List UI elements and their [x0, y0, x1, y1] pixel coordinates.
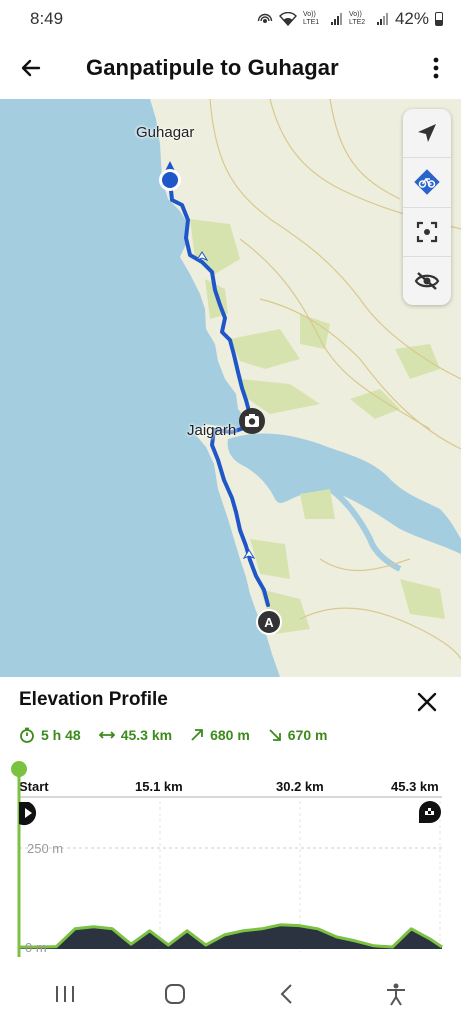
sea — [0, 99, 280, 677]
stat-duration: 5 h 48 — [19, 727, 81, 743]
arrow-down-right-icon — [269, 729, 281, 741]
app-bar: Ganpatipule to Guhagar — [0, 38, 461, 98]
focus-frame-icon — [416, 221, 438, 242]
finish-flag-icon — [419, 801, 441, 823]
scrubber-handle[interactable] — [11, 761, 27, 777]
battery-percent: 42% — [394, 9, 429, 28]
page-title: Ganpatipule to Guhagar — [86, 55, 339, 80]
network-2: Vo)) LTE2 — [348, 11, 366, 26]
elevation-chart[interactable]: 250 m 0 m — [0, 757, 461, 957]
accessibility-icon — [386, 983, 405, 1006]
hide-layer-button[interactable] — [403, 257, 451, 305]
status-time: 8:49 — [30, 9, 64, 28]
arrow-left-icon — [21, 59, 41, 77]
start-marker-label: A — [264, 614, 274, 630]
stat-descent: 670 m — [268, 727, 328, 743]
home-button[interactable] — [145, 969, 205, 1019]
network-1: Vo)) LTE1 — [302, 11, 320, 26]
chevron-left-icon — [280, 984, 292, 1004]
distance-value: 45.3 km — [120, 727, 173, 743]
route-stats: 5 h 48 45.3 km 680 m 670 m — [19, 727, 327, 743]
battery-icon — [435, 12, 443, 26]
recent-apps-button[interactable] — [35, 969, 95, 1019]
accessibility-button[interactable] — [366, 969, 426, 1019]
elevation-title: Elevation Profile — [19, 689, 168, 710]
system-nav-bar — [0, 964, 461, 1024]
bay — [227, 433, 461, 554]
map-controls — [403, 109, 451, 305]
wifi-icon — [279, 12, 297, 26]
more-options-button[interactable] — [411, 38, 461, 98]
location-pin-icon — [159, 161, 181, 191]
stat-distance: 45.3 km — [98, 727, 173, 743]
timer-icon — [20, 727, 34, 743]
bike-mode-button[interactable] — [403, 158, 451, 208]
back-button[interactable] — [0, 38, 62, 98]
route-map[interactable]: Guhagar Jaigarh A — [0, 99, 461, 677]
current-location-marker[interactable] — [155, 159, 185, 200]
more-vert-icon — [433, 57, 439, 79]
close-icon — [417, 692, 437, 712]
ascent-value: 680 m — [210, 727, 250, 743]
start-marker[interactable]: A — [256, 609, 282, 635]
recenter-button[interactable] — [403, 208, 451, 257]
camera-icon — [239, 408, 265, 434]
direction-arrow-icon — [243, 549, 255, 559]
y-label-bottom: 0 m — [25, 940, 47, 955]
bike-icon — [414, 169, 440, 196]
map-label-jaigarh: Jaigarh — [187, 422, 237, 439]
eye-off-icon — [414, 271, 440, 290]
system-back-button[interactable] — [256, 969, 316, 1019]
map-label-guhagar: Guhagar — [136, 124, 195, 141]
descent-value: 670 m — [287, 727, 328, 743]
elevation-panel: Elevation Profile 5 h 48 45.3 km 680 m 6… — [0, 677, 461, 964]
stat-ascent: 680 m — [190, 727, 250, 743]
photo-marker[interactable] — [238, 407, 266, 440]
home-icon — [165, 984, 186, 1004]
navigation-arrow-icon — [418, 124, 436, 143]
arrow-up-right-icon — [191, 729, 203, 741]
map-canvas — [0, 99, 461, 677]
recent-apps-icon — [56, 986, 75, 1002]
signal-2-icon — [376, 13, 388, 25]
navigation-button[interactable] — [403, 109, 451, 159]
hotspot-icon — [257, 13, 273, 23]
y-label-top: 250 m — [27, 841, 63, 856]
signal-1-icon — [330, 13, 342, 25]
start-flag-icon — [19, 802, 37, 826]
direction-arrow-icon — [196, 251, 208, 261]
status-icons: Vo)) LTE1 Vo)) LTE2 42% — [257, 9, 443, 29]
status-bar: 8:49 Vo)) LTE1 Vo)) LTE2 42% — [0, 0, 461, 38]
duration-value: 5 h 48 — [41, 727, 81, 743]
distance-icon — [98, 731, 115, 739]
close-elevation-button[interactable] — [412, 687, 442, 717]
